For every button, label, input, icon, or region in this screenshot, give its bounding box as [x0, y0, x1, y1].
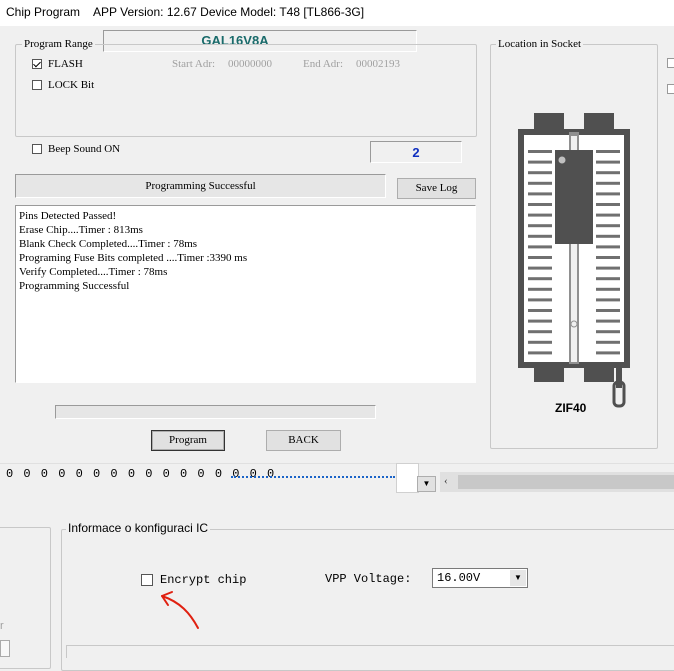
- beep-check-box[interactable]: [32, 144, 42, 154]
- window-title: Chip Program: [6, 5, 81, 19]
- socket-pin: [596, 287, 620, 291]
- vpp-label: VPP Voltage:: [325, 572, 412, 586]
- counter-display: 2: [370, 141, 462, 163]
- log-line: Erase Chip....Timer : 813ms: [19, 224, 143, 236]
- app-info: APP Version: 12.67 Device Model: T48 [TL…: [93, 5, 365, 19]
- scrollbar-thumb[interactable]: [458, 475, 674, 489]
- socket-pin: [528, 319, 552, 323]
- log-area[interactable]: Pins Detected Passed! Erase Chip....Time…: [15, 205, 476, 383]
- annotation-arrow-icon: [161, 591, 199, 629]
- socket-pin: [596, 309, 620, 312]
- socket-legend: Location in Socket: [496, 38, 584, 50]
- socket-pin: [528, 245, 552, 249]
- scroll-down-button[interactable]: ▼: [417, 476, 436, 492]
- divider: [0, 463, 674, 464]
- socket-pin: [528, 256, 552, 259]
- save-log-button[interactable]: Save Log: [397, 178, 476, 199]
- socket-pin: [596, 266, 620, 270]
- socket-pin: [596, 224, 620, 228]
- socket-pin: [596, 160, 620, 164]
- title-bar: Chip Program APP Version: 12.67 Device M…: [0, 0, 674, 26]
- progress-bar: [55, 405, 376, 419]
- zif-socket-icon: [518, 113, 630, 408]
- socket-pin: [596, 192, 620, 196]
- log-line: Blank Check Completed....Timer : 78ms: [19, 238, 198, 250]
- scroll-left-icon[interactable]: ‹: [444, 475, 448, 487]
- log-line: Pins Detected Passed!: [19, 210, 117, 222]
- dotted-line: [231, 476, 395, 478]
- socket-pin: [596, 171, 620, 175]
- flash-label: FLASH: [48, 58, 83, 70]
- left-clipped-box: [0, 640, 10, 657]
- socket-pin: [596, 203, 620, 206]
- lock-bit-label: LOCK Bit: [48, 79, 95, 91]
- socket-pin: [528, 234, 552, 238]
- end-adr-label: End Adr:: [303, 58, 344, 70]
- socket-type-label: ZIF40: [555, 401, 587, 415]
- socket-pin: [528, 192, 552, 196]
- socket-pin: [596, 181, 620, 185]
- socket-pin: [596, 277, 620, 281]
- right-clipped-box-2: [667, 84, 674, 94]
- back-button[interactable]: BACK: [266, 430, 341, 451]
- right-clipped-box-1: [667, 58, 674, 68]
- socket-pin: [528, 277, 552, 281]
- socket-pin: [528, 287, 552, 291]
- socket-pin: [528, 181, 552, 185]
- socket-pin: [596, 245, 620, 249]
- socket-pin: [596, 256, 620, 259]
- socket-pin: [596, 150, 620, 153]
- socket-pin: [596, 351, 620, 355]
- socket-pin: [528, 150, 552, 153]
- socket-pin: [528, 224, 552, 228]
- socket-pin: [528, 340, 552, 344]
- socket-pin: [528, 213, 552, 217]
- socket-pin: [528, 330, 552, 334]
- socket-pin: [528, 203, 552, 206]
- encrypt-check-box[interactable]: [141, 574, 153, 586]
- status-bar: Programming Successful: [15, 174, 386, 198]
- socket-pin: [528, 298, 552, 302]
- chevron-down-icon[interactable]: ▼: [510, 570, 526, 586]
- flash-check-box[interactable]: [32, 59, 42, 69]
- log-line: Verify Completed....Timer : 78ms: [19, 266, 168, 278]
- socket-pin: [596, 319, 620, 323]
- start-adr-value: 00000000: [228, 58, 272, 70]
- config-legend: Informace o konfiguraci IC: [66, 521, 211, 535]
- socket-pin: [596, 234, 620, 238]
- socket-pin: [528, 351, 552, 355]
- log-line: Programing Fuse Bits completed ....Timer…: [19, 252, 248, 264]
- socket-pin: [596, 298, 620, 302]
- encrypt-checkbox[interactable]: [141, 574, 153, 589]
- encrypt-label: Encrypt chip: [160, 573, 247, 587]
- beep-label: Beep Sound ON: [48, 143, 121, 155]
- beep-checkbox[interactable]: [32, 144, 42, 157]
- socket-pin: [596, 330, 620, 334]
- vpp-value: 16.00V: [437, 571, 481, 585]
- left-clipped-text: r: [0, 620, 4, 632]
- horizontal-scrollbar[interactable]: ‹: [440, 472, 674, 492]
- vpp-select[interactable]: 16.00V ▼: [432, 568, 528, 588]
- socket-pin: [528, 266, 552, 270]
- hex-row: 0 0 0 0 0 0 0 0 0 0 0 0 0 0 0 0: [6, 467, 276, 481]
- start-adr-label: Start Adr:: [172, 58, 216, 70]
- socket-pin: [528, 160, 552, 164]
- socket-pin: [596, 213, 620, 217]
- bottom-panel: [66, 645, 674, 658]
- flash-checkbox[interactable]: [32, 59, 42, 72]
- dropdown-area: [396, 463, 419, 493]
- program-range-legend: Program Range: [22, 38, 95, 50]
- log-line: Programming Successful: [19, 280, 130, 292]
- socket-pin: [596, 340, 620, 344]
- socket-pin: [528, 309, 552, 312]
- socket-pin: [528, 171, 552, 175]
- end-adr-value: 00002193: [356, 58, 400, 70]
- lock-bit-checkbox[interactable]: [32, 80, 42, 93]
- lock-bit-check-box[interactable]: [32, 80, 42, 90]
- program-button[interactable]: Program: [151, 430, 225, 451]
